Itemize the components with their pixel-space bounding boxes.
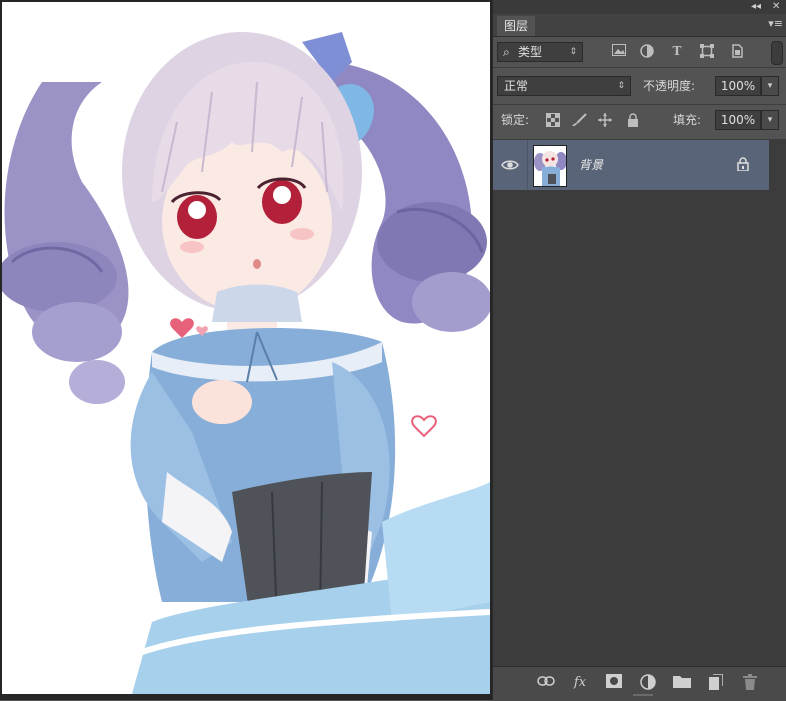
fill-label: 填充: xyxy=(673,113,702,127)
collapse-icon[interactable]: ◂◂ xyxy=(751,0,761,14)
filter-kind-dropdown[interactable]: ⌕ 类型 ⇕ xyxy=(497,42,583,62)
layer-row[interactable]: 背景 xyxy=(493,140,769,190)
smart-object-filter-icon[interactable] xyxy=(729,44,745,60)
chevron-updown-icon: ⇕ xyxy=(617,81,625,91)
layers-footer-toolbar: fx xyxy=(493,666,786,701)
folder-icon[interactable] xyxy=(673,674,691,692)
fill-input[interactable]: 100% xyxy=(715,110,761,130)
canvas-area[interactable] xyxy=(0,0,492,700)
artwork-illustration xyxy=(2,32,490,694)
filter-row: ⌕ 类型 ⇕ T xyxy=(493,37,786,67)
search-icon: ⌕ xyxy=(503,45,510,59)
panel-resize-grip[interactable] xyxy=(633,694,653,696)
pixel-filter-icon[interactable] xyxy=(611,44,627,60)
lock-row: 锁定: 填充: 100% ▾ xyxy=(493,106,786,136)
opacity-label: 不透明度: xyxy=(643,79,696,93)
fx-icon[interactable]: fx xyxy=(571,674,589,692)
layer-name[interactable]: 背景 xyxy=(579,155,603,175)
type-filter-icon[interactable]: T xyxy=(669,43,685,59)
lock-icon xyxy=(737,157,749,172)
layers-list[interactable]: 背景 xyxy=(493,139,786,666)
divider xyxy=(493,104,786,105)
eye-icon[interactable] xyxy=(501,157,519,173)
fill-slider-button[interactable]: ▾ xyxy=(761,110,779,130)
mask-icon[interactable] xyxy=(605,674,623,692)
panel-menu-icon[interactable]: ▾≡ xyxy=(768,17,783,30)
layers-panel: ◂◂ ✕ 图层 ▾≡ ⌕ 类型 ⇕ T 正常 ⇕ 不透明度: 100% ▾ 锁定… xyxy=(492,0,786,701)
lock-move-icon[interactable] xyxy=(597,113,613,129)
trash-icon[interactable] xyxy=(741,674,759,692)
blend-mode-value: 正常 xyxy=(504,79,529,93)
lock-all-icon[interactable] xyxy=(625,113,641,129)
blend-row: 正常 ⇕ 不透明度: 100% ▾ xyxy=(493,72,786,102)
opacity-slider-button[interactable]: ▾ xyxy=(761,76,779,96)
opacity-input[interactable]: 100% xyxy=(715,76,761,96)
filter-toggle-switch[interactable] xyxy=(771,41,783,65)
blend-mode-dropdown[interactable]: 正常 ⇕ xyxy=(497,76,631,96)
panel-tab-bar: 图层 ▾≡ xyxy=(493,14,786,37)
lock-transparent-icon[interactable] xyxy=(545,113,561,129)
document-canvas[interactable] xyxy=(2,2,490,694)
link-icon[interactable] xyxy=(537,674,555,692)
lock-brush-icon[interactable] xyxy=(571,113,587,129)
lock-label: 锁定: xyxy=(501,113,530,127)
shape-filter-icon[interactable] xyxy=(699,44,715,60)
tab-layers[interactable]: 图层 xyxy=(497,16,536,36)
divider xyxy=(493,67,786,68)
new-layer-icon[interactable] xyxy=(707,673,725,692)
panel-title-strip: ◂◂ ✕ xyxy=(493,0,786,14)
adjustment-filter-icon[interactable] xyxy=(639,44,655,60)
chevron-updown-icon: ⇕ xyxy=(569,47,577,57)
filter-kind-label: 类型 xyxy=(518,45,543,59)
adjustment-icon[interactable] xyxy=(639,674,657,692)
close-icon[interactable]: ✕ xyxy=(772,0,780,14)
layer-thumbnail[interactable] xyxy=(533,145,567,187)
